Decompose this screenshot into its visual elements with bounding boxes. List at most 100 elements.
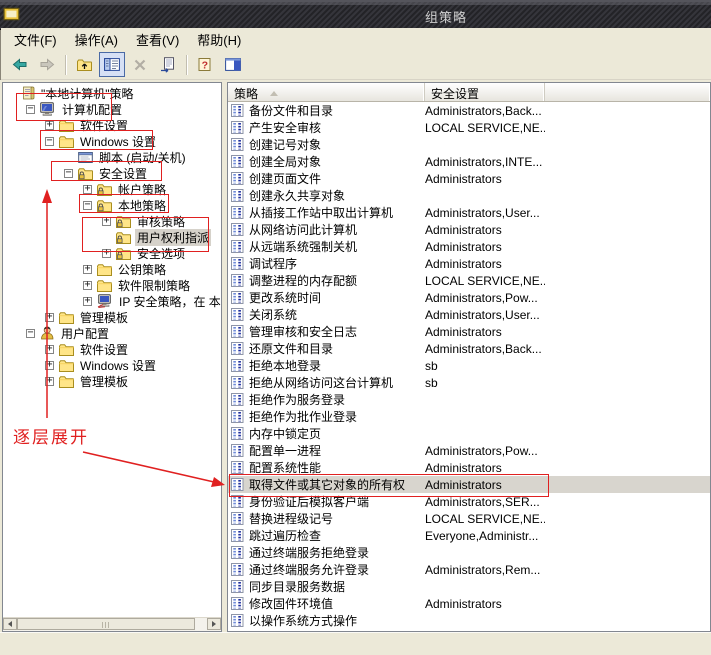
table-row[interactable]: 关闭系统Administrators,User... — [228, 306, 710, 323]
app-icon[interactable] — [3, 5, 21, 23]
column-header-security-setting[interactable]: 安全设置 — [425, 83, 545, 101]
back-button[interactable] — [6, 52, 32, 77]
policy-cell[interactable]: 通过终端服务允许登录 — [228, 561, 425, 578]
table-row[interactable]: 拒绝从网络访问这台计算机sb — [228, 374, 710, 391]
tree-item[interactable]: + 管理模板 — [3, 373, 221, 389]
tree-item-label[interactable]: 审核策略 — [135, 213, 187, 230]
tree-item-label[interactable]: IP 安全策略，在 本地计 — [117, 293, 221, 310]
scrollbar-thumb[interactable] — [17, 618, 195, 630]
tree-item[interactable]: +IP 安全策略，在 本地计 — [3, 293, 221, 309]
table-row[interactable]: 创建永久共享对象 — [228, 187, 710, 204]
tree-item[interactable]: +安全选项 — [3, 245, 221, 261]
tree-item-label[interactable]: Windows 设置 — [78, 133, 158, 150]
expand-icon[interactable]: + — [102, 249, 111, 258]
expand-icon[interactable]: + — [83, 185, 92, 194]
table-row[interactable]: 更改系统时间Administrators,Pow... — [228, 289, 710, 306]
show-hide-console-tree-button[interactable] — [99, 52, 125, 77]
policy-cell[interactable]: 内存中锁定页 — [228, 425, 425, 442]
expand-icon[interactable]: + — [45, 361, 54, 370]
policy-cell[interactable]: 同步目录服务数据 — [228, 578, 425, 595]
table-row[interactable]: 还原文件和目录Administrators,Back... — [228, 340, 710, 357]
table-row[interactable]: 创建全局对象Administrators,INTE... — [228, 153, 710, 170]
menu-item-1[interactable]: 操作(A) — [66, 27, 127, 52]
tree-item[interactable]: −计算机配置 — [3, 101, 221, 117]
policy-cell[interactable]: 通过终端服务拒绝登录 — [228, 544, 425, 561]
policy-cell[interactable]: 从远端系统强制关机 — [228, 238, 425, 255]
menu-item-2[interactable]: 查看(V) — [127, 27, 188, 52]
tree-item-label[interactable]: 管理模板 — [78, 373, 130, 390]
tree-item-label[interactable]: 软件限制策略 — [116, 277, 192, 294]
policy-cell[interactable]: 还原文件和目录 — [228, 340, 425, 357]
policy-cell[interactable]: 以操作系统方式操作 — [228, 612, 425, 629]
policy-cell[interactable]: 拒绝作为服务登录 — [228, 391, 425, 408]
tree-item-label[interactable]: 软件设置 — [78, 117, 130, 134]
policy-cell[interactable]: 取得文件或其它对象的所有权 — [228, 476, 425, 493]
policy-cell[interactable]: 拒绝从网络访问这台计算机 — [228, 374, 425, 391]
policy-cell[interactable]: 从网络访问此计算机 — [228, 221, 425, 238]
tree-item-label[interactable]: 脚本 (启动/关机) — [97, 149, 188, 166]
collapse-icon[interactable]: − — [26, 105, 35, 114]
policy-cell[interactable]: 备份文件和目录 — [228, 102, 425, 119]
expand-icon[interactable]: + — [102, 217, 111, 226]
policy-cell[interactable]: 从插接工作站中取出计算机 — [228, 204, 425, 221]
policy-cell[interactable]: 创建永久共享对象 — [228, 187, 425, 204]
table-row[interactable]: 备份文件和目录Administrators,Back... — [228, 102, 710, 119]
policy-cell[interactable]: 调试程序 — [228, 255, 425, 272]
table-row[interactable]: 从插接工作站中取出计算机Administrators,User... — [228, 204, 710, 221]
tree-item[interactable]: − 用户配置 — [3, 325, 221, 341]
new-window-button[interactable] — [220, 52, 246, 77]
table-row[interactable]: 替换进程级记号LOCAL SERVICE,NE... — [228, 510, 710, 527]
expand-icon[interactable]: + — [45, 121, 54, 130]
collapse-icon[interactable]: − — [26, 329, 35, 338]
policy-cell[interactable]: 创建页面文件 — [228, 170, 425, 187]
table-row[interactable]: 创建记号对象 — [228, 136, 710, 153]
export-list-button[interactable] — [155, 52, 181, 77]
up-folder-button[interactable] — [71, 52, 97, 77]
tree-item-label[interactable]: 帐户策略 — [116, 181, 168, 198]
policy-cell[interactable]: 创建记号对象 — [228, 136, 425, 153]
table-row[interactable]: 通过终端服务拒绝登录 — [228, 544, 710, 561]
tree-item-label[interactable]: Windows 设置 — [78, 357, 158, 374]
expand-icon[interactable]: + — [45, 377, 54, 386]
policy-cell[interactable]: 身份验证后模拟客户端 — [228, 493, 425, 510]
tree-item[interactable]: 脚本 (启动/关机) — [3, 149, 221, 165]
tree-item[interactable]: + Windows 设置 — [3, 357, 221, 373]
policy-cell[interactable]: 产生安全审核 — [228, 119, 425, 136]
table-row[interactable]: 同步目录服务数据 — [228, 578, 710, 595]
help-button[interactable]: ? — [192, 52, 218, 77]
table-row[interactable]: 拒绝作为批作业登录 — [228, 408, 710, 425]
table-row[interactable]: 以操作系统方式操作 — [228, 612, 710, 629]
tree-item-label[interactable]: 软件设置 — [78, 341, 130, 358]
column-header-policy[interactable]: 策略 — [228, 83, 425, 101]
tree-item[interactable]: − 安全设置 — [3, 165, 221, 181]
tree-item-label[interactable]: 管理模板 — [78, 309, 130, 326]
table-row[interactable]: 管理审核和安全日志Administrators — [228, 323, 710, 340]
table-row[interactable]: 跳过遍历检查Everyone,Administr... — [228, 527, 710, 544]
scroll-right-button[interactable] — [207, 618, 221, 630]
collapse-icon[interactable]: − — [64, 169, 73, 178]
table-row[interactable]: 拒绝本地登录sb — [228, 357, 710, 374]
tree-item[interactable]: + 审核策略 — [3, 213, 221, 229]
tree-item-label[interactable]: 用户配置 — [59, 325, 111, 342]
expand-icon[interactable]: + — [83, 265, 92, 274]
tree-item-label[interactable]: 公钥策略 — [116, 261, 168, 278]
table-row[interactable]: 产生安全审核LOCAL SERVICE,NE... — [228, 119, 710, 136]
policy-cell[interactable]: 调整进程的内存配额 — [228, 272, 425, 289]
menu-item-3[interactable]: 帮助(H) — [188, 27, 250, 52]
tree-item[interactable]: +软件限制策略 — [3, 277, 221, 293]
table-row[interactable]: 取得文件或其它对象的所有权Administrators — [228, 476, 710, 493]
policy-cell[interactable]: 跳过遍历检查 — [228, 527, 425, 544]
table-row[interactable]: 身份验证后模拟客户端Administrators,SER... — [228, 493, 710, 510]
table-row[interactable]: 调试程序Administrators — [228, 255, 710, 272]
policy-cell[interactable]: 替换进程级记号 — [228, 510, 425, 527]
table-row[interactable]: 拒绝作为服务登录 — [228, 391, 710, 408]
table-row[interactable]: 配置系统性能Administrators — [228, 459, 710, 476]
menu-item-0[interactable]: 文件(F) — [5, 27, 66, 52]
tree-item-label[interactable]: "本地计算机"策略 — [39, 85, 136, 102]
tree-item-label[interactable]: 安全设置 — [97, 165, 149, 182]
scroll-left-button[interactable] — [3, 618, 17, 630]
tree-item[interactable]: −本地策略 — [3, 197, 221, 213]
policy-cell[interactable]: 拒绝作为批作业登录 — [228, 408, 425, 425]
tree-item-label[interactable]: 用户权利指派 — [135, 229, 211, 246]
table-row[interactable]: 从远端系统强制关机Administrators — [228, 238, 710, 255]
